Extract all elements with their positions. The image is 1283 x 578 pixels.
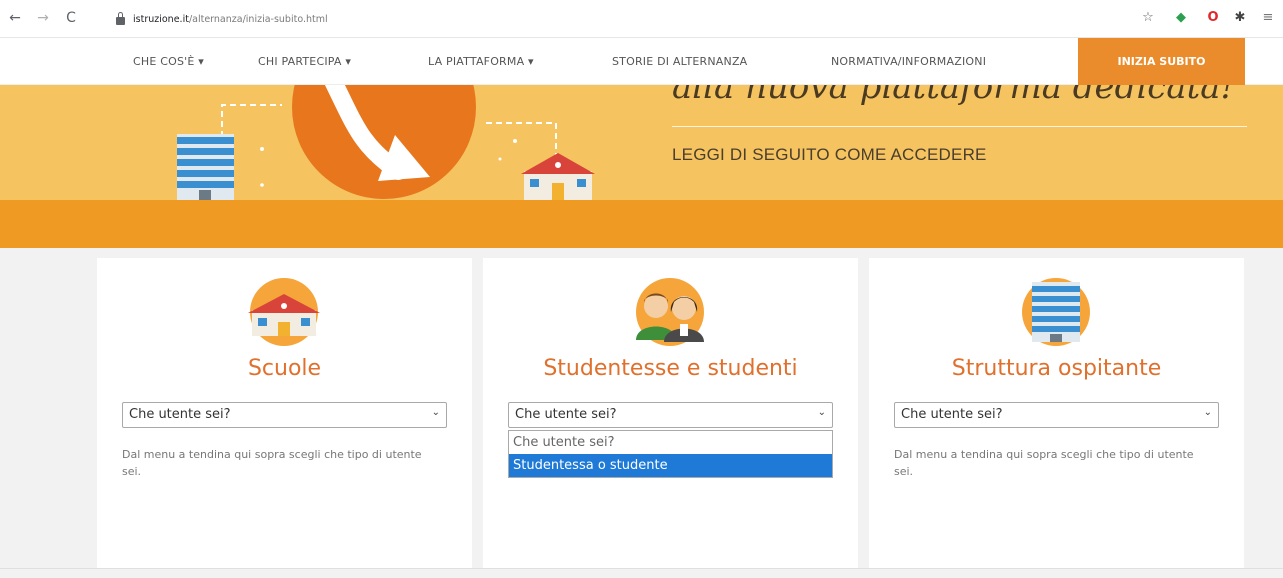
card-studenti: Studentesse e studenti Che utente sei? ⌄…	[483, 258, 858, 568]
office-building-icon	[177, 134, 234, 200]
status-strip	[0, 568, 1283, 578]
lock-icon	[116, 11, 125, 25]
back-icon[interactable]: ←	[6, 9, 24, 27]
chevron-down-icon: ⌄	[1203, 407, 1212, 418]
select-dropdown-list: Che utente sei? Studentessa o studente	[508, 430, 833, 478]
nav-item-normativa[interactable]: NORMATIVA/INFORMAZIONI	[831, 55, 986, 68]
address-bar[interactable]: istruzione.it/alternanza/inizia-subito.h…	[100, 7, 1100, 31]
user-type-select[interactable]: Che utente sei? ⌄	[122, 402, 447, 428]
nav-item-la-piattaforma[interactable]: LA PIATTAFORMA ▾	[428, 55, 534, 68]
chevron-down-icon: ⌄	[431, 407, 440, 418]
hero-subtitle: LEGGI DI SEGUITO COME ACCEDERE	[672, 145, 987, 164]
school-building-icon	[521, 153, 595, 200]
chevron-down-icon: ⌄	[817, 407, 826, 418]
card-struttura-ospitante: Struttura ospitante Che utente sei? ⌄ Da…	[869, 258, 1244, 568]
forward-icon[interactable]: →	[34, 9, 52, 27]
hero-divider	[672, 126, 1247, 127]
puzzle-extensions-icon[interactable]: ✱	[1232, 9, 1248, 27]
hero-banner: alla nuova piattaforma dedicata! LEGGI D…	[0, 85, 1283, 200]
office-building-icon	[1022, 278, 1090, 346]
hero-illustration	[177, 85, 595, 200]
nav-item-che-cose[interactable]: CHE COS'È ▾	[133, 55, 204, 68]
dropdown-option-che-utente-sei[interactable]: Che utente sei?	[509, 431, 832, 454]
dropdown-option-studentessa-o-studente[interactable]: Studentessa o studente	[509, 454, 832, 477]
browser-toolbar: ← → C istruzione.it/alternanza/inizia-su…	[0, 0, 1283, 38]
user-type-select[interactable]: Che utente sei? ⌄	[894, 402, 1219, 428]
students-icon	[636, 278, 704, 346]
content-area: Scuole Che utente sei? ⌄ Dal menu a tend…	[0, 248, 1283, 578]
site-navigation: CHE COS'È ▾ CHI PARTECIPA ▾ LA PIATTAFOR…	[0, 38, 1283, 85]
select-value: Che utente sei?	[901, 407, 1003, 422]
opera-icon[interactable]: O	[1204, 9, 1222, 27]
url-text: istruzione.it/alternanza/inizia-subito.h…	[133, 13, 328, 25]
star-bookmark-icon[interactable]: ☆	[1140, 9, 1156, 27]
card-title: Struttura ospitante	[951, 356, 1162, 381]
card-title: Scuole	[247, 356, 322, 381]
helper-text: Dal menu a tendina qui sopra scegli che …	[122, 448, 422, 478]
card-title: Studentesse e studenti	[543, 356, 798, 381]
inizia-subito-button[interactable]: INIZIA SUBITO	[1078, 38, 1245, 85]
reload-icon[interactable]: C	[62, 9, 80, 27]
school-icon	[248, 278, 320, 346]
extension-icon[interactable]: ◆	[1172, 9, 1190, 27]
select-value: Che utente sei?	[129, 407, 231, 422]
nav-item-chi-partecipa[interactable]: CHI PARTECIPA ▾	[258, 55, 351, 68]
card-scuole: Scuole Che utente sei? ⌄ Dal menu a tend…	[97, 258, 472, 568]
nav-item-storie-di-alternanza[interactable]: STORIE DI ALTERNANZA	[612, 55, 747, 68]
user-type-select[interactable]: Che utente sei? ⌄	[508, 402, 833, 428]
menu-icon[interactable]: ≡	[1260, 9, 1276, 27]
select-value: Che utente sei?	[515, 407, 617, 422]
hero-orange-band	[0, 200, 1283, 248]
hero-title: alla nuova piattaforma dedicata!	[672, 85, 1235, 107]
helper-text: Dal menu a tendina qui sopra scegli che …	[894, 448, 1194, 478]
